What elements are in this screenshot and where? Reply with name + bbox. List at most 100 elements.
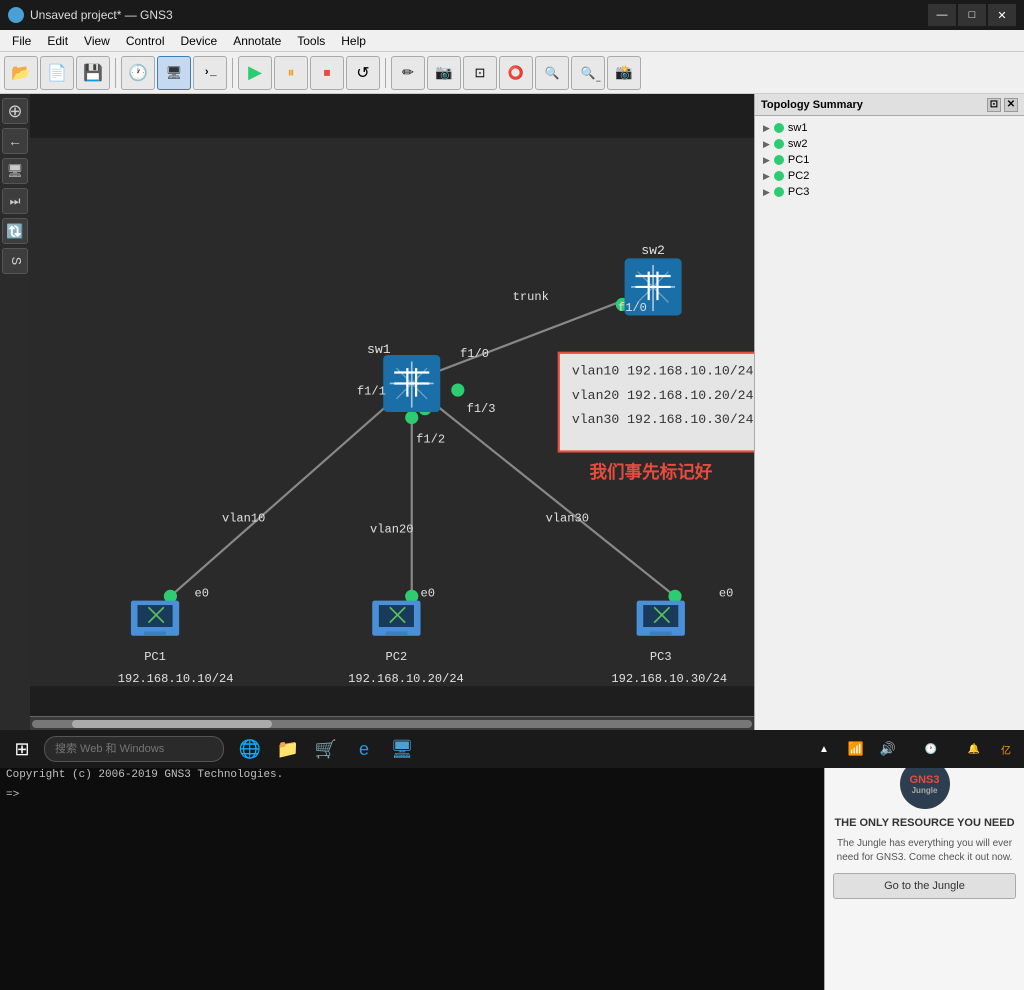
left-sidebar: ⊕ ← 🖥 ⏭ 🔃 S	[0, 94, 30, 730]
oval-button[interactable]: ⭕	[499, 56, 533, 90]
console-panel: Console ⊡ ✕ GNS3 management console. Run…	[0, 731, 824, 990]
topo-item-pc2[interactable]: ▶ PC2	[759, 168, 1020, 184]
start-button[interactable]: ⊞	[4, 732, 40, 766]
new-file-button[interactable]: 📄	[40, 56, 74, 90]
snake-button[interactable]: S	[2, 248, 28, 274]
jungle-body: GNS3 Jungle THE ONLY RESOURCE YOU NEED T…	[825, 751, 1024, 990]
annotate-button[interactable]: ✏	[391, 56, 425, 90]
open-folder-button[interactable]: 📂	[4, 56, 38, 90]
reload-button[interactable]: ↺	[346, 56, 380, 90]
taskbar: ⊞ 🌐 📁 🛒 e 🖥 ▲ 📶 🔊 🕐 🔔 亿	[0, 730, 1024, 768]
stop-button[interactable]: ⏹	[310, 56, 344, 90]
topology-header: Topology Summary ⊡ ✕	[755, 94, 1024, 116]
menu-edit[interactable]: Edit	[39, 32, 76, 50]
menu-tools[interactable]: Tools	[289, 32, 333, 50]
zoom-in-button[interactable]: 🔍	[535, 56, 569, 90]
bottom-area: Console ⊡ ✕ GNS3 management console. Run…	[0, 730, 1024, 990]
taskbar-network-icon[interactable]: 📶	[842, 735, 870, 763]
taskbar-yisunyun[interactable]: 亿	[992, 735, 1020, 763]
svg-text:vlan30 192.168.10.30/24: vlan30 192.168.10.30/24	[572, 412, 754, 427]
zoom-out-button[interactable]: 🔍−	[571, 56, 605, 90]
svg-text:f1/1: f1/1	[357, 384, 386, 398]
jungle-logo-text: GNS3	[910, 774, 940, 786]
topo-arrow-pc3: ▶	[763, 187, 770, 198]
menu-device[interactable]: Device	[173, 32, 226, 50]
maximize-button[interactable]: □	[958, 4, 986, 26]
svg-text:e0: e0	[421, 586, 435, 600]
hscroll-track[interactable]	[32, 720, 752, 728]
topo-status-pc1	[774, 155, 784, 165]
taskbar-app-store[interactable]: 🛒	[308, 732, 344, 766]
jungle-description: The Jungle has everything you will ever …	[833, 837, 1016, 865]
camera-button[interactable]: 📸	[607, 56, 641, 90]
taskbar-arrow-icon[interactable]: ▲	[810, 735, 838, 763]
svg-text:vlan20: vlan20	[370, 523, 413, 537]
svg-text:vlan20 192.168.10.20/24: vlan20 192.168.10.20/24	[572, 388, 754, 403]
topo-label-pc1: PC1	[788, 154, 809, 166]
topo-item-pc3[interactable]: ▶ PC3	[759, 184, 1020, 200]
screenshot-button[interactable]: 📷	[427, 56, 461, 90]
topology-close-button[interactable]: ✕	[1004, 98, 1018, 112]
topo-status-pc2	[774, 171, 784, 181]
canvas-area[interactable]: sw2 sw1 PC1 e0 192.168.10.10/24 PC2 e0 1…	[30, 94, 754, 730]
taskbar-search-input[interactable]	[44, 736, 224, 762]
topo-arrow-sw1: ▶	[763, 123, 770, 134]
device-button[interactable]: 🖥	[2, 158, 28, 184]
svg-text:192.168.10.10/24: 192.168.10.10/24	[118, 672, 234, 686]
topology-float-button[interactable]: ⊡	[987, 98, 1001, 112]
topo-item-sw1[interactable]: ▶ sw1	[759, 120, 1020, 136]
taskbar-app-ie[interactable]: 🌐	[232, 732, 268, 766]
topo-arrow-pc2: ▶	[763, 171, 770, 182]
topo-arrow-sw2: ▶	[763, 139, 770, 150]
taskbar-notification[interactable]: 🔔	[960, 735, 988, 763]
minimize-button[interactable]: —	[928, 4, 956, 26]
menu-file[interactable]: File	[4, 32, 39, 50]
menu-annotate[interactable]: Annotate	[225, 32, 289, 50]
svg-text:f1/2: f1/2	[416, 433, 445, 447]
svg-text:192.168.10.30/24: 192.168.10.30/24	[611, 672, 727, 686]
main-area: ⊕ ← 🖥 ⏭ 🔃 S	[0, 94, 1024, 730]
back-button[interactable]: ←	[2, 128, 28, 154]
menu-bar: File Edit View Control Device Annotate T…	[0, 30, 1024, 52]
svg-text:vlan30: vlan30	[546, 512, 589, 526]
taskbar-app-edge[interactable]: e	[346, 732, 382, 766]
suspend-button[interactable]: ⏸	[274, 56, 308, 90]
toolbar: 📂 📄 💾 🕐 🖥 ›_ ▶ ⏸ ⏹ ↺ ✏ 📷 ⊡ ⭕ 🔍 🔍− 📸	[0, 52, 1024, 94]
svg-text:PC2: PC2	[386, 650, 408, 664]
topo-item-pc1[interactable]: ▶ PC1	[759, 152, 1020, 168]
save-button[interactable]: 💾	[76, 56, 110, 90]
console-button[interactable]: ›_	[193, 56, 227, 90]
separator-1	[115, 58, 116, 88]
pan-button[interactable]: ⊕	[2, 98, 28, 124]
topology-header-controls[interactable]: ⊡ ✕	[987, 98, 1018, 112]
devices-button[interactable]: 🖥	[157, 56, 191, 90]
window-controls[interactable]: — □ ✕	[928, 4, 1016, 26]
svg-text:vlan10 192.168.10.10/24: vlan10 192.168.10.10/24	[572, 364, 754, 379]
taskbar-app-explorer[interactable]: 📁	[270, 732, 306, 766]
start-button[interactable]: ▶	[238, 56, 272, 90]
topo-item-sw2[interactable]: ▶ sw2	[759, 136, 1020, 152]
topo-arrow-pc1: ▶	[763, 155, 770, 166]
jungle-logo-sub: Jungle	[912, 786, 938, 795]
svg-text:我们事先标记好: 我们事先标记好	[589, 462, 712, 482]
taskbar-volume-icon[interactable]: 🔊	[874, 735, 902, 763]
jungle-goto-button[interactable]: Go to the Jungle	[833, 873, 1016, 899]
menu-help[interactable]: Help	[333, 32, 374, 50]
menu-control[interactable]: Control	[118, 32, 173, 50]
recent-button[interactable]: 🕐	[121, 56, 155, 90]
svg-text:trunk: trunk	[513, 290, 549, 304]
jungle-panel: Jungle Newsfeed ⊡ GNS3 Jungle THE ONLY R…	[824, 731, 1024, 990]
taskbar-app-gns3[interactable]: 🖥	[384, 732, 420, 766]
console-line2: Copyright (c) 2006-2019 GNS3 Technologie…	[6, 769, 818, 781]
network-diagram: sw2 sw1 PC1 e0 192.168.10.10/24 PC2 e0 1…	[30, 94, 754, 730]
close-button[interactable]: ✕	[988, 4, 1016, 26]
resize-button[interactable]: ⊡	[463, 56, 497, 90]
forward-button[interactable]: ⏭	[2, 188, 28, 214]
window-title: Unsaved project* — GNS3	[30, 8, 173, 22]
topo-label-pc2: PC2	[788, 170, 809, 182]
topo-status-sw1	[774, 123, 784, 133]
menu-view[interactable]: View	[76, 32, 118, 50]
refresh-button[interactable]: 🔃	[2, 218, 28, 244]
app-icon	[8, 7, 24, 23]
hscroll-thumb[interactable]	[72, 720, 272, 728]
